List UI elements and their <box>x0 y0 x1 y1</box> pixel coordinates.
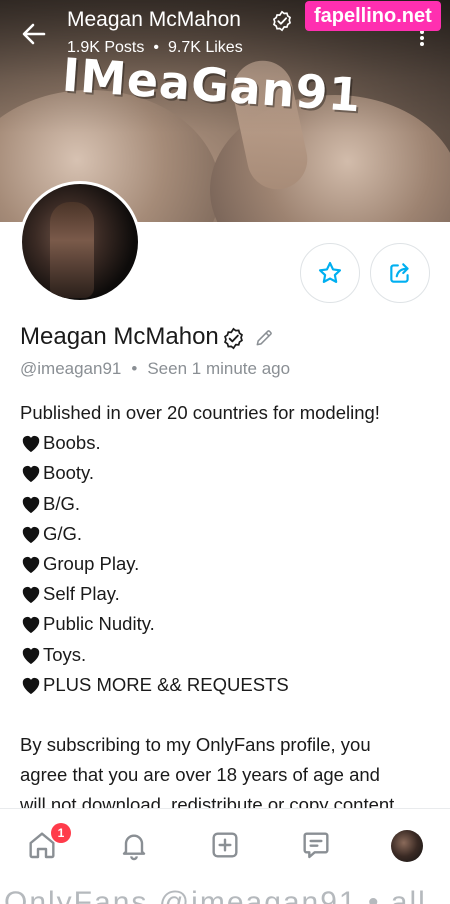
share-icon <box>390 263 409 283</box>
bio-list-item: Public Nudity. <box>20 609 440 639</box>
verified-icon <box>224 327 243 350</box>
stats-separator: • <box>153 39 159 56</box>
handle-separator: • <box>131 359 138 378</box>
site-watermark: fapellino.net <box>305 1 441 31</box>
bio-list-item: Group Play. <box>20 549 440 579</box>
bio-list-item: Self Play. <box>20 579 440 609</box>
bio-list-item: Boobs. <box>20 428 440 458</box>
verified-icon <box>272 10 292 32</box>
back-button[interactable] <box>18 18 50 50</box>
share-button[interactable] <box>370 243 430 303</box>
notification-badge: 1 <box>51 823 71 843</box>
nav-messages[interactable] <box>298 827 334 863</box>
posts-count: 1.9K Posts <box>67 39 145 56</box>
bell-icon <box>122 834 146 861</box>
profile-name: Meagan McMahon <box>20 323 219 350</box>
profile-bio: Published in over 20 countries for model… <box>20 398 440 820</box>
bio-list-item: Toys. <box>20 640 440 670</box>
bio-paragraph-line: By subscribing to my OnlyFans profile, y… <box>20 733 371 755</box>
handle-row: @imeagan91 • Seen 1 minute ago <box>20 359 290 379</box>
black-heart-icon <box>22 466 40 483</box>
black-heart-icon <box>22 436 40 453</box>
black-heart-icon <box>22 587 40 604</box>
profile-avatar[interactable] <box>19 181 141 303</box>
nav-notifications[interactable] <box>116 827 152 863</box>
last-seen: Seen 1 minute ago <box>147 359 291 378</box>
bio-list-item: Booty. <box>20 458 440 488</box>
bio-list-item: B/G. <box>20 489 440 519</box>
bio-list-item: PLUS MORE && REQUESTS <box>20 670 440 700</box>
add-to-favorites-button[interactable] <box>300 243 360 303</box>
bio-list-item: G/G. <box>20 519 440 549</box>
add-post-icon <box>212 832 238 858</box>
black-heart-icon <box>22 526 40 543</box>
bottom-navigation: 1 <box>0 808 450 882</box>
bio-intro: Published in over 20 countries for model… <box>20 402 380 424</box>
black-heart-icon <box>22 647 40 664</box>
black-heart-icon <box>22 677 40 694</box>
messages-icon <box>303 832 329 859</box>
pencil-icon[interactable] <box>254 328 274 348</box>
header-stats: 1.9K Posts • 9.7K Likes <box>67 39 243 57</box>
black-heart-icon <box>22 496 40 513</box>
profile-handle: @imeagan91 <box>20 359 122 378</box>
more-options-button[interactable] <box>416 28 428 50</box>
nav-profile-avatar[interactable] <box>391 830 423 862</box>
cut-off-caption: OnlyFans @imeagan91 • all <box>0 882 450 904</box>
bio-paragraph-line: agree that you are over 18 years of age … <box>20 764 380 786</box>
cut-off-caption-text: OnlyFans @imeagan91 • all <box>4 886 427 904</box>
black-heart-icon <box>22 617 40 634</box>
star-icon <box>318 261 342 283</box>
nav-new-post[interactable] <box>207 827 243 863</box>
black-heart-icon <box>22 556 40 574</box>
avatar-photo <box>50 202 94 298</box>
header-title: Meagan McMahon <box>67 8 241 31</box>
arrow-left-icon <box>22 23 46 45</box>
likes-count: 9.7K Likes <box>167 39 243 56</box>
